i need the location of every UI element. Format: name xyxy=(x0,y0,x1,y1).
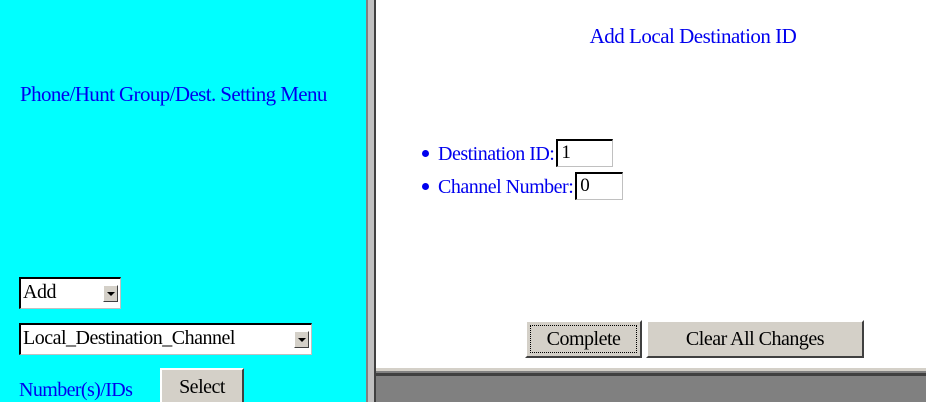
destination-id-label: Destination ID: xyxy=(438,143,555,165)
browser-frameset: Phone/Hunt Group/Dest. Setting Menu Add … xyxy=(0,0,926,402)
chevron-down-icon[interactable] xyxy=(103,285,118,302)
channel-number-label: Channel Number: xyxy=(438,176,574,198)
complete-button[interactable]: Complete xyxy=(525,320,642,358)
focus-ring xyxy=(530,325,637,353)
content-frame: Add Local Destination ID Destination ID:… xyxy=(376,0,926,368)
page-title: Add Local Destination ID xyxy=(589,24,797,48)
action-select-value: Add xyxy=(23,281,56,303)
setting-type-select[interactable]: Local_Destination_Channel xyxy=(19,323,312,355)
field-list: Destination ID: 1 Channel Number: 0 xyxy=(422,138,624,204)
bullet-icon xyxy=(422,150,429,158)
select-button[interactable]: Select xyxy=(160,368,244,402)
destination-id-field[interactable]: 1 xyxy=(556,139,614,168)
numbers-ids-label: Number(s)/IDs xyxy=(19,379,133,401)
menu-title: Phone/Hunt Group/Dest. Setting Menu xyxy=(20,82,327,106)
left-menu-frame: Phone/Hunt Group/Dest. Setting Menu Add … xyxy=(0,0,366,402)
clear-all-changes-button[interactable]: Clear All Changes xyxy=(646,320,864,358)
bullet-icon xyxy=(422,183,429,191)
list-item: Destination ID: 1 xyxy=(422,138,623,171)
list-item: Channel Number: 0 xyxy=(422,171,624,204)
frame-divider[interactable] xyxy=(366,0,376,402)
bottom-frame xyxy=(376,368,926,402)
action-select[interactable]: Add xyxy=(19,277,121,309)
chevron-down-icon[interactable] xyxy=(294,331,309,348)
setting-type-select-value: Local_Destination_Channel xyxy=(23,327,235,349)
channel-number-field[interactable]: 0 xyxy=(575,172,624,201)
